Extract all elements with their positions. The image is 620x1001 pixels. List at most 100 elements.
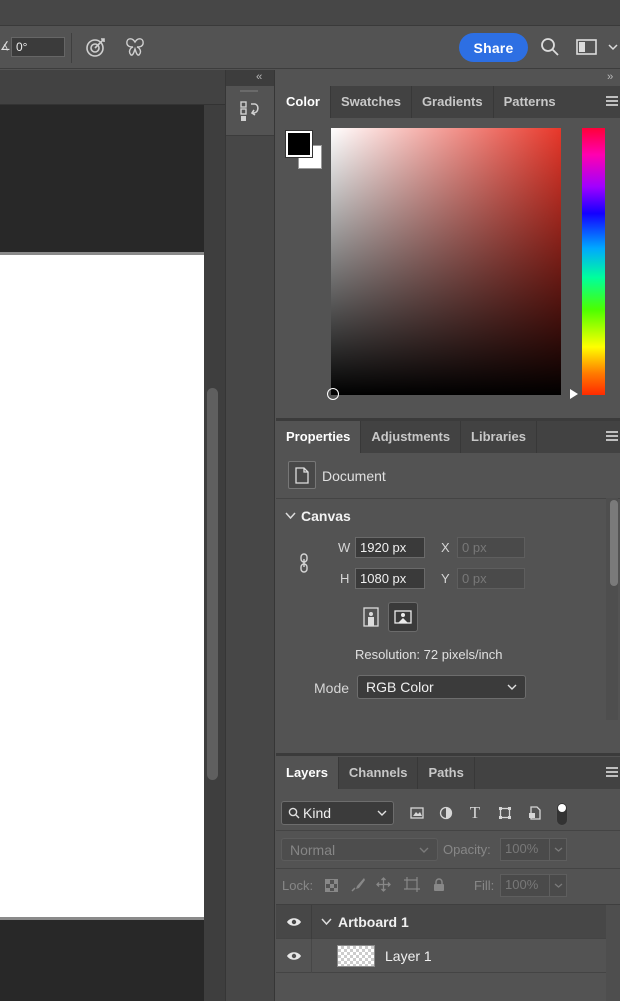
layers-scrollbar[interactable]	[606, 905, 620, 1001]
butterfly-icon[interactable]	[123, 35, 147, 59]
saturation-value-field[interactable]	[331, 128, 561, 395]
layer-filter-value: Kind	[303, 805, 332, 821]
tab-adjustments[interactable]: Adjustments	[361, 421, 462, 453]
properties-panel-menu-icon[interactable]	[606, 431, 618, 441]
document-label: Document	[322, 468, 386, 484]
hue-slider[interactable]	[582, 128, 605, 395]
hue-slider-marker[interactable]	[570, 389, 578, 399]
title-bar	[0, 0, 620, 26]
collapsed-dock	[225, 70, 275, 1001]
tab-properties[interactable]: Properties	[276, 421, 362, 453]
layers-panel-menu-icon[interactable]	[606, 767, 618, 777]
chevron-down-icon	[554, 847, 562, 852]
x-input[interactable]: 0 px	[457, 537, 525, 558]
color-panel-tabs: Color Swatches Gradients Patterns	[276, 86, 620, 118]
canvas-collapse-chevron-icon[interactable]	[284, 510, 296, 522]
properties-separator	[276, 498, 620, 499]
lock-image-pixels-icon[interactable]	[350, 876, 367, 893]
visibility-eye-icon[interactable]	[276, 904, 312, 939]
collapse-left-icon[interactable]: ‹‹	[256, 71, 262, 83]
layer-row-artboard[interactable]: Artboard 1	[276, 904, 606, 939]
mode-select-value: RGB Color	[366, 679, 434, 695]
canvas-section-title[interactable]: Canvas	[301, 508, 351, 524]
layer-filter-select[interactable]: Kind	[281, 801, 394, 825]
shape-layer-filter-icon[interactable]	[496, 804, 514, 822]
artboard-expand-chevron-icon[interactable]	[316, 905, 336, 939]
layer-row-layer[interactable]: Layer 1	[276, 938, 606, 973]
layers-separator	[276, 830, 620, 831]
chevron-down-icon[interactable]	[606, 39, 620, 55]
share-button[interactable]: Share	[459, 33, 528, 62]
adjustment-layer-filter-icon[interactable]	[437, 804, 455, 822]
layer-name[interactable]: Layer 1	[385, 948, 432, 964]
blend-mode-value: Normal	[290, 841, 336, 858]
layers-panel-tabs: Layers Channels Paths	[276, 757, 620, 789]
fill-dropdown[interactable]	[549, 874, 567, 897]
document-icon	[288, 461, 316, 489]
document-tab-strip	[0, 70, 225, 105]
tab-gradients[interactable]: Gradients	[412, 86, 494, 118]
smart-object-filter-icon[interactable]	[526, 804, 544, 822]
filter-toggle-knob	[558, 804, 566, 812]
panel-divider[interactable]	[276, 753, 620, 756]
artboard-canvas[interactable]	[0, 252, 204, 920]
y-input[interactable]: 0 px	[457, 568, 525, 589]
mode-label: Mode	[314, 680, 350, 696]
history-panel-button[interactable]	[226, 86, 274, 136]
chevron-down-icon	[507, 684, 517, 690]
resolution-text: Resolution: 72 pixels/inch	[355, 647, 503, 662]
y-label: Y	[441, 571, 450, 586]
dock-header	[226, 70, 274, 86]
dock-grip	[240, 90, 258, 92]
tab-paths[interactable]: Paths	[418, 757, 475, 789]
fill-input[interactable]: 100%	[500, 874, 550, 897]
properties-panel-tabs: Properties Adjustments Libraries	[276, 421, 620, 453]
chevron-down-icon	[419, 847, 429, 853]
tab-patterns[interactable]: Patterns	[494, 86, 566, 118]
workspace-icon[interactable]	[575, 37, 599, 57]
visibility-eye-icon[interactable]	[276, 938, 312, 973]
fill-label: Fill:	[474, 878, 495, 893]
lock-position-icon[interactable]	[375, 876, 392, 893]
canvas-scrollbar-thumb[interactable]	[207, 388, 218, 780]
type-layer-filter-icon[interactable]: T	[466, 803, 484, 823]
layers-separator	[276, 868, 620, 869]
chevron-down-icon	[377, 810, 387, 816]
chevron-down-icon	[554, 883, 562, 888]
landscape-orientation-button[interactable]	[388, 602, 418, 632]
opacity-dropdown[interactable]	[549, 838, 567, 861]
opacity-input[interactable]: 100%	[500, 838, 550, 861]
history-icon	[238, 98, 262, 124]
lock-all-icon[interactable]	[431, 876, 446, 893]
layer-thumbnail[interactable]	[337, 944, 375, 967]
mode-select[interactable]: RGB Color	[357, 675, 526, 699]
lock-transparent-pixels-icon[interactable]	[323, 877, 339, 893]
angle-input[interactable]: 0°	[11, 37, 65, 57]
lock-artboard-icon[interactable]	[403, 876, 421, 893]
foreground-color-swatch[interactable]	[286, 131, 312, 157]
width-input[interactable]: 1920 px	[355, 537, 425, 558]
tab-swatches[interactable]: Swatches	[331, 86, 412, 118]
expand-right-icon[interactable]: ››	[607, 71, 613, 83]
tab-libraries[interactable]: Libraries	[461, 421, 537, 453]
x-label: X	[441, 540, 450, 555]
tab-color[interactable]: Color	[276, 86, 331, 118]
target-icon[interactable]	[84, 35, 108, 59]
link-dimensions-icon[interactable]	[297, 552, 311, 574]
filter-toggle-switch[interactable]	[556, 802, 568, 826]
height-input[interactable]: 1080 px	[355, 568, 425, 589]
color-picker-marker[interactable]	[327, 388, 339, 400]
tab-layers[interactable]: Layers	[276, 757, 339, 789]
tab-channels[interactable]: Channels	[339, 757, 419, 789]
angle-icon: ∡	[0, 39, 11, 53]
portrait-orientation-button[interactable]	[358, 603, 384, 631]
pixel-layer-filter-icon[interactable]	[408, 804, 426, 822]
layer-name[interactable]: Artboard 1	[338, 914, 409, 930]
blend-mode-select[interactable]: Normal	[281, 838, 438, 861]
search-icon	[288, 807, 300, 819]
color-panel-menu-icon[interactable]	[606, 96, 618, 106]
search-icon[interactable]	[539, 36, 561, 58]
properties-scrollbar-thumb[interactable]	[610, 500, 618, 586]
height-label: H	[340, 571, 350, 586]
width-label: W	[338, 540, 351, 555]
